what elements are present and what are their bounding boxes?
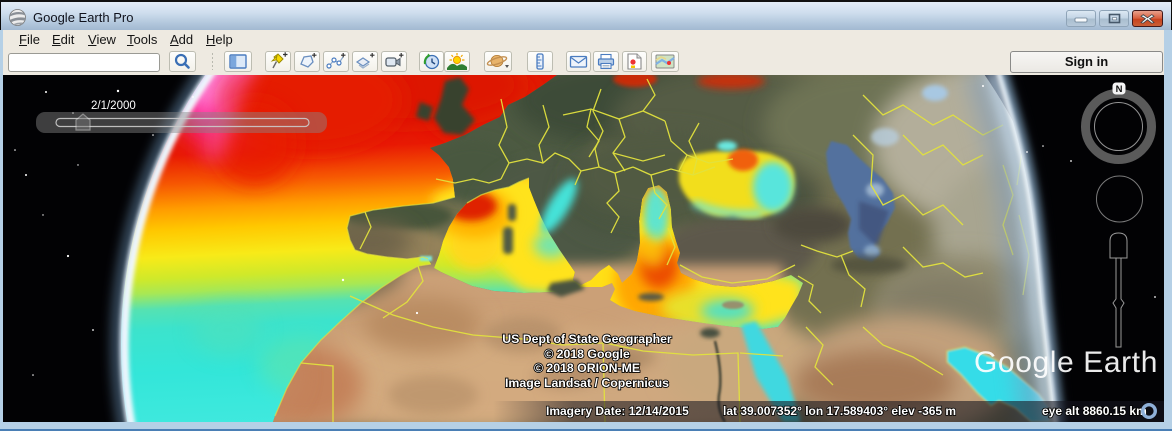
svg-text:Imagery Date: 12/14/2015: Imagery Date: 12/14/2015 [546, 404, 689, 418]
svg-text:© 2018 Google: © 2018 Google [544, 347, 630, 361]
svg-text:lat 39.007352° lon 17.58: lat 39.007352° lon 17.589403° elev -365 … [723, 404, 956, 418]
svg-text:2/1/2000: 2/1/2000 [91, 100, 136, 112]
svg-text:Image Landsat / Copernicus: Image Landsat / Copernicus [505, 376, 669, 390]
svg-text:© 2018 ORION-ME: © 2018 ORION-ME [534, 361, 640, 375]
svg-text:N: N [1116, 84, 1123, 95]
svg-text:eye alt 8860.15 km: eye alt 8860.15 km [1042, 404, 1147, 418]
svg-text:Google Earth: Google Earth [974, 346, 1158, 379]
svg-text:US Dept of State Geographer: US Dept of State Geographer [502, 332, 672, 346]
